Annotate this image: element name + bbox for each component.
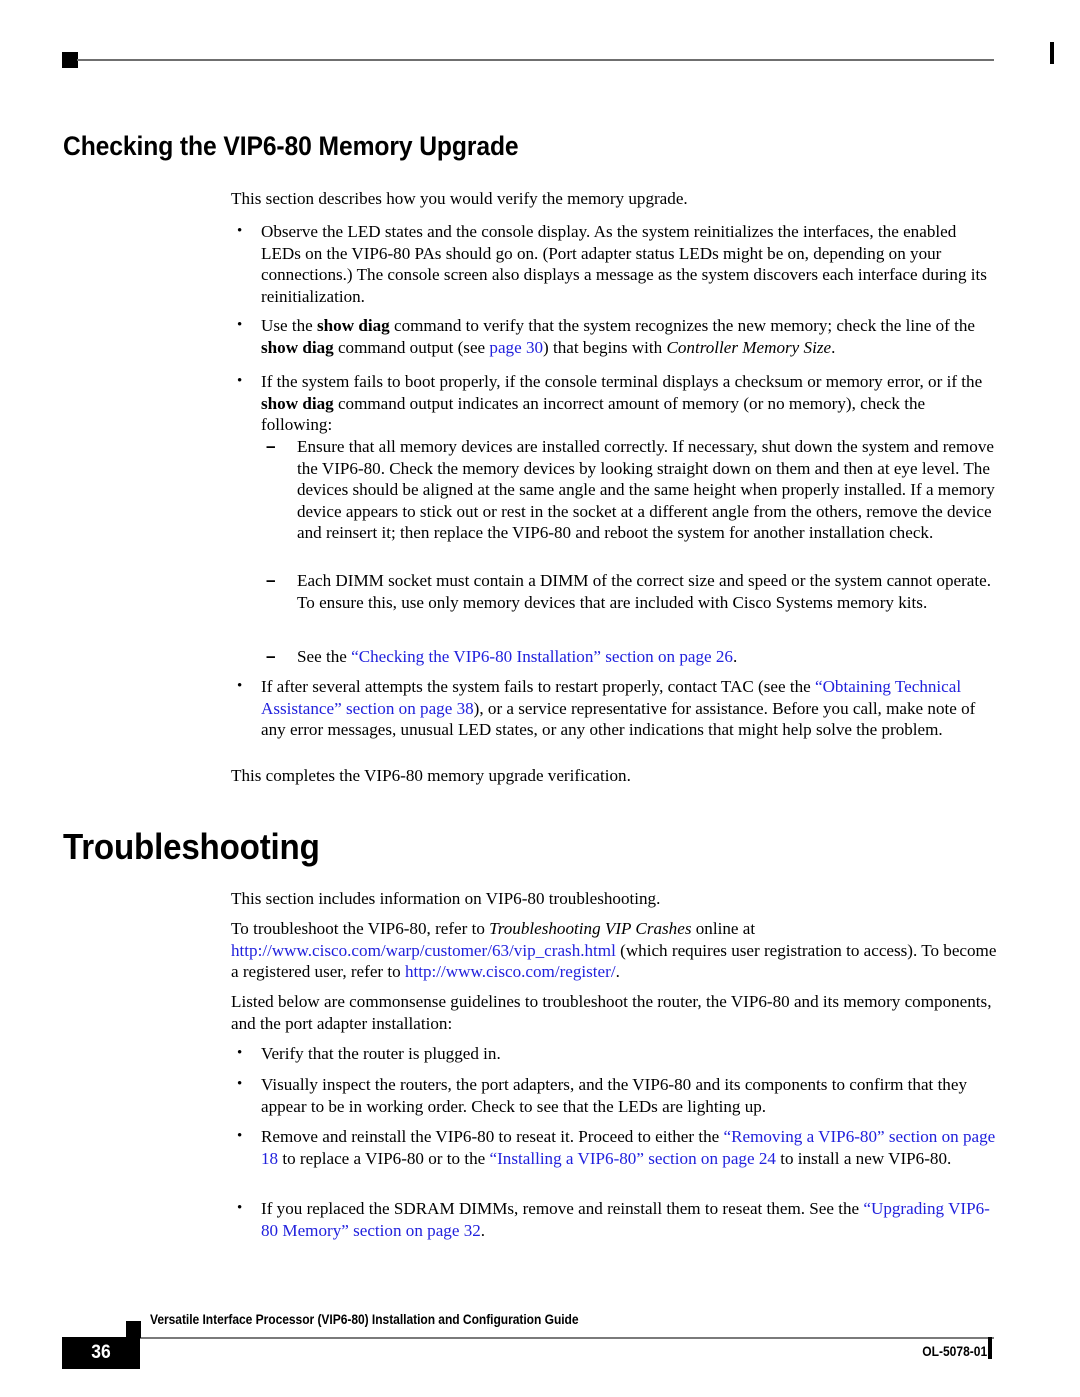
emphasis-text: Troubleshooting VIP Crashes [489,919,692,938]
section-heading: Checking the VIP6-80 Memory Upgrade [63,131,519,161]
page-top-rule [62,42,1054,74]
closing-paragraph: This completes the VIP6-80 memory upgrad… [231,766,631,785]
text-run: command output (see [333,337,490,357]
sub-list-item-text: Each DIMM socket must contain a DIMM of … [297,571,991,612]
guidelines-intro-paragraph: Listed below are commonsense guidelines … [231,992,992,1033]
cross-reference-link[interactable]: “Checking the VIP6-80 Installation” sect… [351,647,733,666]
sub-list-item: – See the “Checking the VIP6-80 Installa… [266,646,999,668]
text-run: If the system fails to boot properly, if… [261,372,983,391]
text-run: command to verify that the system recogn… [389,316,975,335]
list-item: • Observe the LED states and the console… [231,221,999,307]
command-text: show diag [261,337,334,357]
top-left-square-marker [62,52,78,68]
text-run: If after several attempts the system fai… [261,677,815,696]
command-text: show diag [261,393,334,413]
cross-reference-link[interactable]: page 30 [489,338,543,357]
text-run: command output indicates an incorrect am… [261,393,926,435]
list-item: • Verify that the router is plugged in. [231,1043,999,1065]
list-item: • Use the show diag command to verify th… [231,315,999,358]
text-run: See the [297,647,352,666]
top-right-tick-marker [1050,42,1054,64]
list-item-text: Observe the LED states and the console d… [261,222,987,306]
footer-document-id: OL-5078-01 [922,1344,987,1359]
troubleshooting-intro: This section includes information on VIP… [231,889,661,908]
top-horizontal-rule [77,59,994,61]
intro-paragraph: This section describes how you would ver… [231,189,688,208]
text-run: To troubleshoot the VIP6-80, refer to [231,919,490,938]
list-item: • If you replaced the SDRAM DIMMs, remov… [231,1198,999,1241]
dash-marker: – [266,647,276,666]
page-number: 36 [91,1342,111,1363]
text-run: . [831,337,836,357]
text-run: online at [691,919,756,938]
sub-list-item-text: Ensure that all memory devices are insta… [297,437,995,543]
footer-right-tick-marker [988,1337,992,1359]
url-link-vip-crash[interactable]: http://www.cisco.com/warp/customer/63/vi… [231,941,616,960]
chapter-heading: Troubleshooting [63,826,320,867]
bullet-marker: • [237,373,243,389]
text-run: Use the [261,316,318,335]
dash-marker: – [266,437,276,456]
list-item: • If the system fails to boot properly, … [231,371,999,436]
bullet-marker: • [237,678,243,694]
text-run: . [732,647,738,666]
text-run: to install a new VIP6-80. [775,1148,952,1168]
list-item: • Visually inspect the routers, the port… [231,1074,999,1117]
list-item-text: Visually inspect the routers, the port a… [261,1075,967,1116]
list-item: • Remove and reinstall the VIP6-80 to re… [231,1126,999,1169]
list-item: • If after several attempts the system f… [231,676,999,741]
dash-marker: – [266,571,276,590]
sub-list-item: – Ensure that all memory devices are ins… [266,436,999,544]
bullet-marker: • [237,1200,243,1216]
bullet-marker: • [237,1076,243,1092]
url-link-register[interactable]: http://www.cisco.com/register/ [405,962,616,981]
page-number-badge: 36 [62,1337,140,1369]
text-run: . [480,1220,486,1240]
bullet-marker: • [237,223,243,239]
text-run: . [615,962,620,982]
troubleshooting-urls-paragraph: To troubleshoot the VIP6-80, refer to Tr… [231,918,999,983]
emphasis-text: Controller Memory Size [666,337,832,357]
bullet-marker: • [237,317,243,333]
bullet-marker: • [237,1045,243,1061]
text-run: ) that begins with [543,337,667,357]
text-run: If you replaced the SDRAM DIMMs, remove … [261,1199,864,1218]
list-item-text: Verify that the router is plugged in. [261,1044,501,1063]
footer-horizontal-rule [140,1337,994,1339]
text-run: to replace a VIP6-80 or to the [278,1148,490,1168]
command-text: show diag [317,316,390,335]
cross-reference-link-installing[interactable]: “Installing a VIP6-80” section on page 2… [490,1149,776,1168]
footer-document-title: Versatile Interface Processor (VIP6-80) … [150,1312,579,1327]
sub-list-item: – Each DIMM socket must contain a DIMM o… [266,570,999,613]
footer-square-marker [126,1321,141,1338]
document-page: Checking the VIP6-80 Memory Upgrade This… [0,0,1080,1397]
bullet-marker: • [237,1128,243,1144]
text-run: Remove and reinstall the VIP6-80 to rese… [261,1127,724,1146]
